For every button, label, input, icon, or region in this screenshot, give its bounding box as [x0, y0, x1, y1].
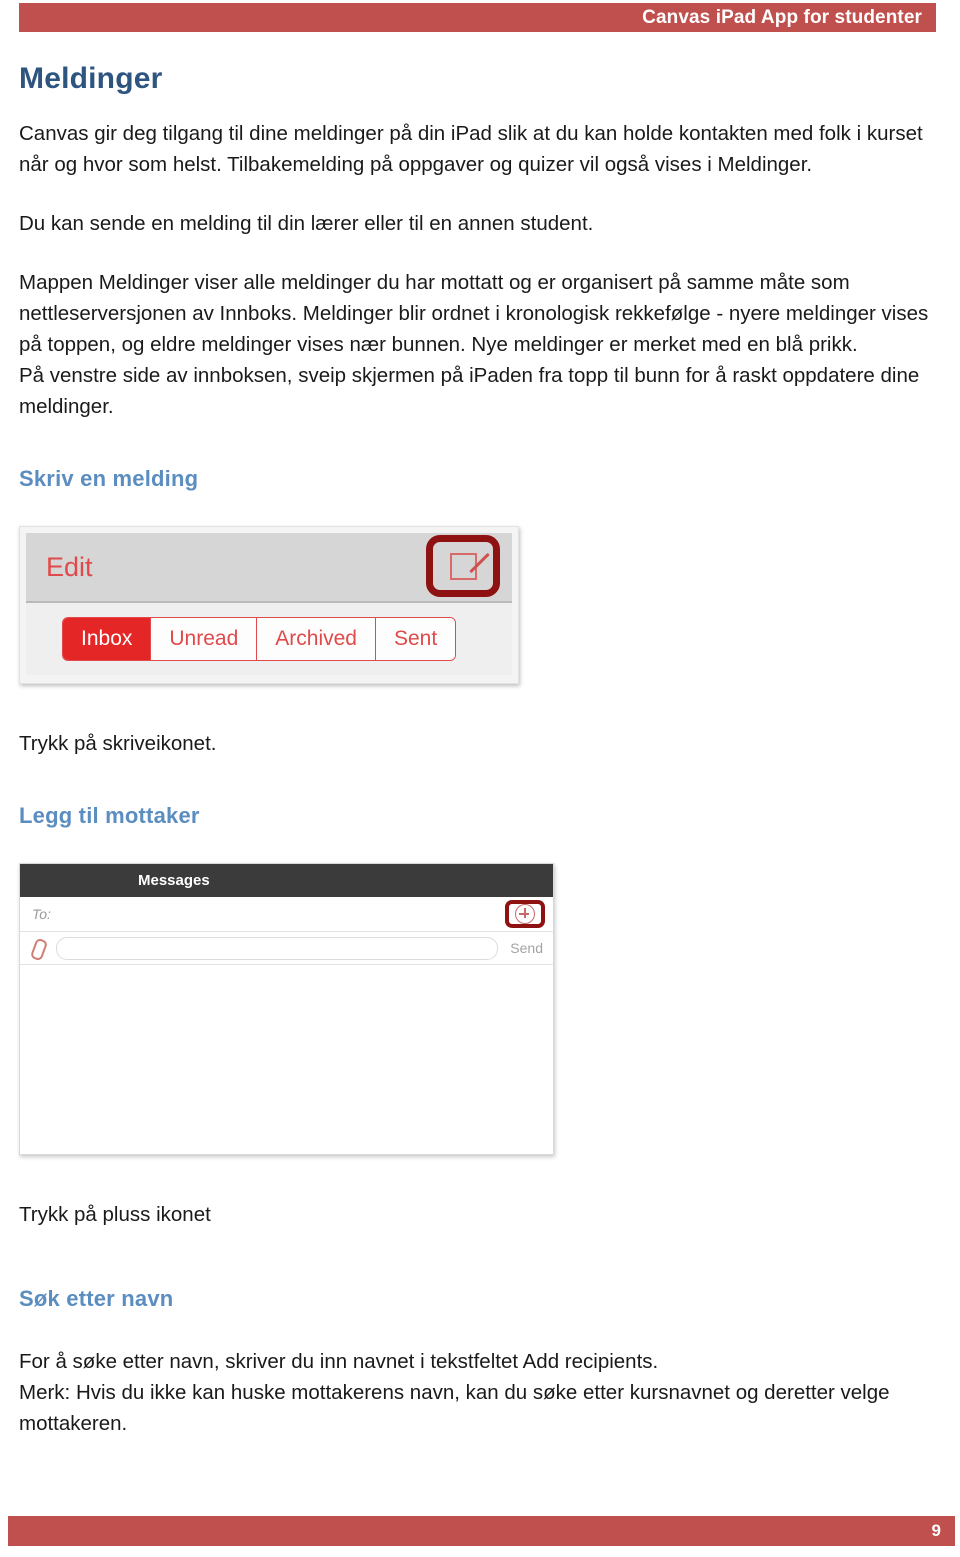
pencil-stroke: [468, 552, 490, 573]
paperclip-icon[interactable]: [30, 937, 46, 959]
page-number: 9: [931, 1521, 941, 1540]
message-input-row: Send: [20, 932, 553, 965]
compose-icon[interactable]: [449, 552, 490, 580]
tab-sent[interactable]: Sent: [375, 618, 456, 660]
tab-unread[interactable]: Unread: [151, 618, 258, 660]
document-header-bar: Canvas iPad App for studenter: [19, 3, 936, 32]
section-heading-search: Søk etter navn: [19, 1286, 174, 1311]
intro-paragraph-2: Du kan sende en melding til din lærer el…: [19, 212, 594, 235]
edit-button[interactable]: Edit: [46, 552, 93, 583]
to-field-label: To:: [32, 906, 51, 922]
inbox-topbar: Edit: [26, 533, 512, 603]
page-title: Meldinger: [19, 62, 163, 95]
message-input[interactable]: [56, 936, 499, 960]
intro-paragraph-4: På venstre side av innboksen, sveip skje…: [19, 364, 920, 418]
figure-messages-compose: Messages To: Send: [19, 863, 554, 1155]
recipient-row[interactable]: To:: [20, 897, 553, 932]
plus-circle-icon[interactable]: [515, 904, 535, 924]
section-heading-compose: Skriv en melding: [19, 466, 199, 491]
caption-compose: Trykk på skriveikonet.: [19, 732, 217, 755]
section-heading-recipient: Legg til mottaker: [19, 803, 200, 828]
inbox-segmented-control: Inbox Unread Archived Sent: [62, 617, 457, 661]
page-body: Meldinger Canvas gir deg tilgang til din…: [19, 62, 939, 1439]
document-header-title: Canvas iPad App for studenter: [642, 6, 922, 28]
document-footer-bar: 9: [8, 1516, 955, 1546]
add-recipient-highlight: [505, 900, 545, 928]
send-button[interactable]: Send: [510, 940, 543, 956]
messages-title: Messages: [138, 872, 210, 889]
intro-paragraph-1: Canvas gir deg tilgang til dine meldinge…: [19, 122, 923, 176]
search-paragraph-1: For å søke etter navn, skriver du inn na…: [19, 1350, 659, 1373]
intro-paragraph-3: Mappen Meldinger viser alle meldinger du…: [19, 271, 929, 356]
tab-inbox[interactable]: Inbox: [63, 618, 152, 660]
figure-inbox-toolbar: Edit Inbox Unread Archived Sent: [19, 526, 519, 684]
caption-recipient: Trykk på pluss ikonet: [19, 1203, 211, 1226]
compose-button-highlight: [426, 535, 500, 597]
messages-titlebar: Messages: [20, 864, 553, 897]
tab-archived[interactable]: Archived: [257, 618, 376, 660]
inbox-tabs-row: Inbox Unread Archived Sent: [26, 603, 512, 675]
search-paragraph-2: Merk: Hvis du ikke kan huske mottakerens…: [19, 1381, 890, 1435]
